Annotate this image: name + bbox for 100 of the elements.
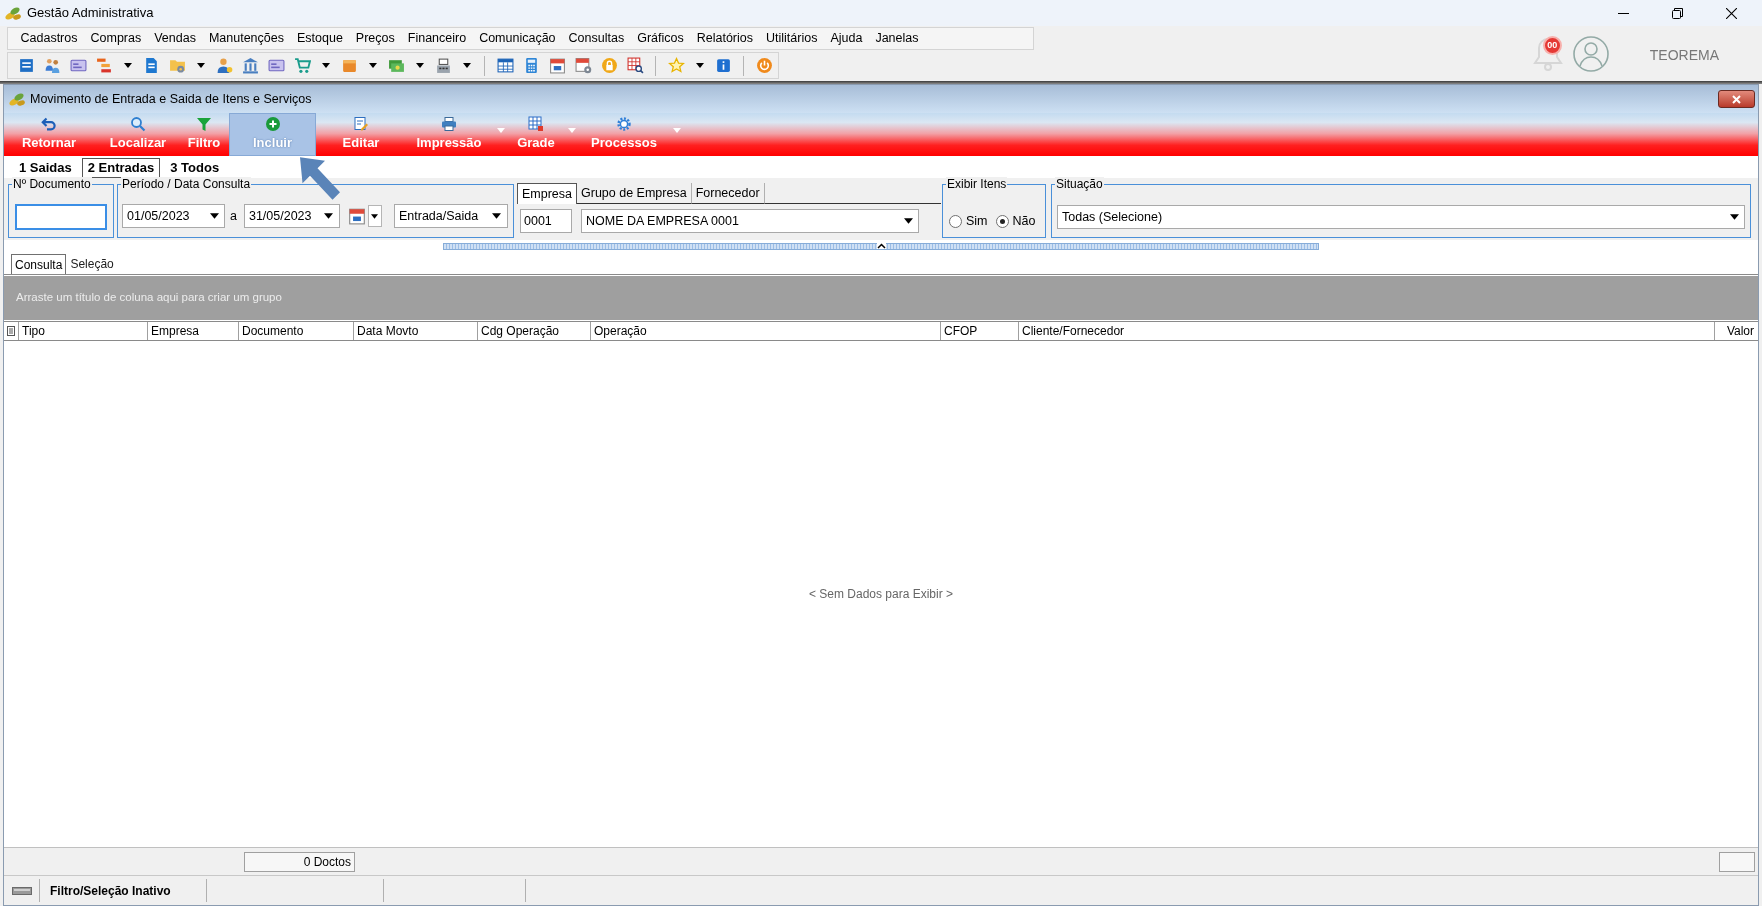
menu-item[interactable]: Consultas <box>562 29 631 48</box>
star-icon[interactable] <box>667 57 685 74</box>
column-header[interactable]: Valor <box>1715 322 1758 340</box>
menu-item[interactable]: Cadastros <box>14 29 84 48</box>
group-by-hint: Arraste um título de coluna aqui para criar um grupo <box>16 290 282 306</box>
tab[interactable]: 2 Entradas <box>81 158 161 178</box>
caret-down-icon[interactable] <box>492 213 502 219</box>
cash-register-icon[interactable] <box>434 57 452 74</box>
group-legend: Exibir Itens <box>946 177 1008 191</box>
empty-message: < Sem Dados para Exibir > <box>808 586 954 603</box>
menu-item[interactable]: Manutenções <box>202 29 291 48</box>
pointer-arrow-icon <box>300 157 340 201</box>
radio-option[interactable]: Sim <box>949 212 988 231</box>
caret-down-icon[interactable] <box>371 213 379 219</box>
person-coin-icon[interactable] <box>215 57 233 74</box>
grid-icon <box>528 116 544 132</box>
footer-summary-cell <box>1719 851 1755 872</box>
tab[interactable]: 1 Saidas <box>13 158 78 178</box>
company-code-field[interactable]: 0001 <box>520 209 572 233</box>
caret-down-icon[interactable] <box>196 63 205 68</box>
menu-item[interactable]: Gráficos <box>630 29 691 48</box>
caret-down-icon[interactable] <box>321 63 330 68</box>
bank-icon[interactable] <box>241 57 259 74</box>
toolbar-button[interactable]: Editar <box>316 113 406 156</box>
menu-item[interactable]: Vendas <box>147 29 203 48</box>
record-count: 0 Doctos <box>244 851 355 872</box>
card-icon[interactable] <box>267 57 285 74</box>
company-combobox[interactable]: NOME DA EMPRESA 0001 <box>581 209 919 233</box>
close-icon[interactable] <box>1725 7 1737 19</box>
menu-item[interactable]: Relatórios <box>690 29 760 48</box>
plus-circle-icon <box>264 116 281 132</box>
list-icon[interactable] <box>17 57 35 74</box>
table-search-icon[interactable] <box>626 57 644 74</box>
caret-down-icon[interactable] <box>209 213 219 219</box>
chevron-up-icon[interactable] <box>876 243 886 249</box>
power-icon[interactable] <box>755 57 773 74</box>
column-header[interactable]: Operação <box>591 322 941 340</box>
menu-item[interactable]: Compras <box>84 29 148 48</box>
cart-icon[interactable] <box>293 57 311 74</box>
close-icon <box>1732 94 1741 104</box>
radio-option[interactable]: Não <box>995 212 1036 231</box>
tab[interactable]: 3 Todos <box>164 158 226 178</box>
folder-gear-icon[interactable] <box>168 57 186 74</box>
window-title: Gestão Administrativa <box>27 4 154 23</box>
caret-down-icon[interactable] <box>123 63 132 68</box>
caret-down-icon[interactable] <box>1729 214 1739 220</box>
caret-down-icon[interactable] <box>462 63 471 68</box>
tab[interactable]: Consulta <box>11 254 67 274</box>
menu-item[interactable]: Janelas <box>868 29 925 48</box>
menu-item[interactable]: Estoque <box>290 29 350 48</box>
date-to-combobox[interactable]: 31/05/2023 <box>243 204 340 228</box>
column-header[interactable]: Data Movto <box>354 322 478 340</box>
menu-item[interactable]: Ajuda <box>823 29 869 48</box>
spreadsheet-icon[interactable] <box>496 57 514 74</box>
column-header[interactable]: Documento <box>239 322 354 340</box>
caret-down-icon[interactable] <box>324 213 334 219</box>
toolbar-button[interactable]: Impressão <box>406 113 492 156</box>
column-header[interactable]: Cliente/Fornecedor <box>1019 322 1715 340</box>
toolbar-button[interactable]: Processos <box>580 113 668 156</box>
undo-arrow-icon <box>41 116 57 132</box>
situation-combobox[interactable]: Todas (Selecione) <box>1057 205 1745 229</box>
banknotes-icon[interactable] <box>387 57 405 74</box>
caret-down-icon[interactable] <box>415 63 424 68</box>
calendar-icon[interactable] <box>548 57 566 74</box>
status-indicator-icon <box>11 886 32 895</box>
tab[interactable]: Fornecedor <box>691 183 765 204</box>
group-legend: Nº Documento <box>12 177 92 191</box>
tab[interactable]: Empresa <box>517 183 578 204</box>
indented-list-icon[interactable] <box>95 57 113 74</box>
gear-icon <box>616 116 632 132</box>
people-icon[interactable] <box>43 57 61 74</box>
caret-down-icon[interactable] <box>368 63 377 68</box>
menu-item[interactable]: Utilitários <box>759 29 824 48</box>
menu-item[interactable]: Financeiro <box>401 29 473 48</box>
tab[interactable]: Seleção <box>66 254 118 274</box>
column-header[interactable]: Tipo <box>19 322 148 340</box>
column-header[interactable]: Empresa <box>148 322 239 340</box>
group-legend: Período / Data Consulta <box>121 177 252 191</box>
card-icon[interactable] <box>69 57 87 74</box>
user-name: TEOREMA <box>1649 46 1719 65</box>
column-list-icon[interactable] <box>7 326 15 336</box>
column-header[interactable]: Cdg Operação <box>478 322 591 340</box>
date-from-combobox[interactable]: 01/05/2023 <box>122 204 225 228</box>
caret-down-icon[interactable] <box>903 218 913 224</box>
toolbar-button[interactable]: Retornar <box>5 113 93 156</box>
column-header[interactable]: CFOP <box>941 322 1019 340</box>
caret-down-icon[interactable] <box>695 63 704 68</box>
calendar-icon[interactable] <box>347 207 366 225</box>
info-icon[interactable] <box>714 57 732 74</box>
calendar-gear-icon[interactable] <box>574 57 592 74</box>
document-number-field[interactable] <box>15 204 107 230</box>
close-button[interactable] <box>1718 90 1755 108</box>
toolbar-button[interactable]: Grade <box>509 113 563 156</box>
restore-icon[interactable] <box>1671 7 1683 19</box>
tab[interactable]: Grupo de Empresa <box>577 183 692 204</box>
toolbar-button[interactable]: Filtro <box>183 113 225 156</box>
menu-item[interactable]: Comunicação <box>472 29 563 48</box>
movement-type-combobox[interactable]: Entrada/Saida <box>393 204 508 228</box>
toolbar-button[interactable]: Localizar <box>93 113 183 156</box>
menu-item[interactable]: Preços <box>349 29 402 48</box>
